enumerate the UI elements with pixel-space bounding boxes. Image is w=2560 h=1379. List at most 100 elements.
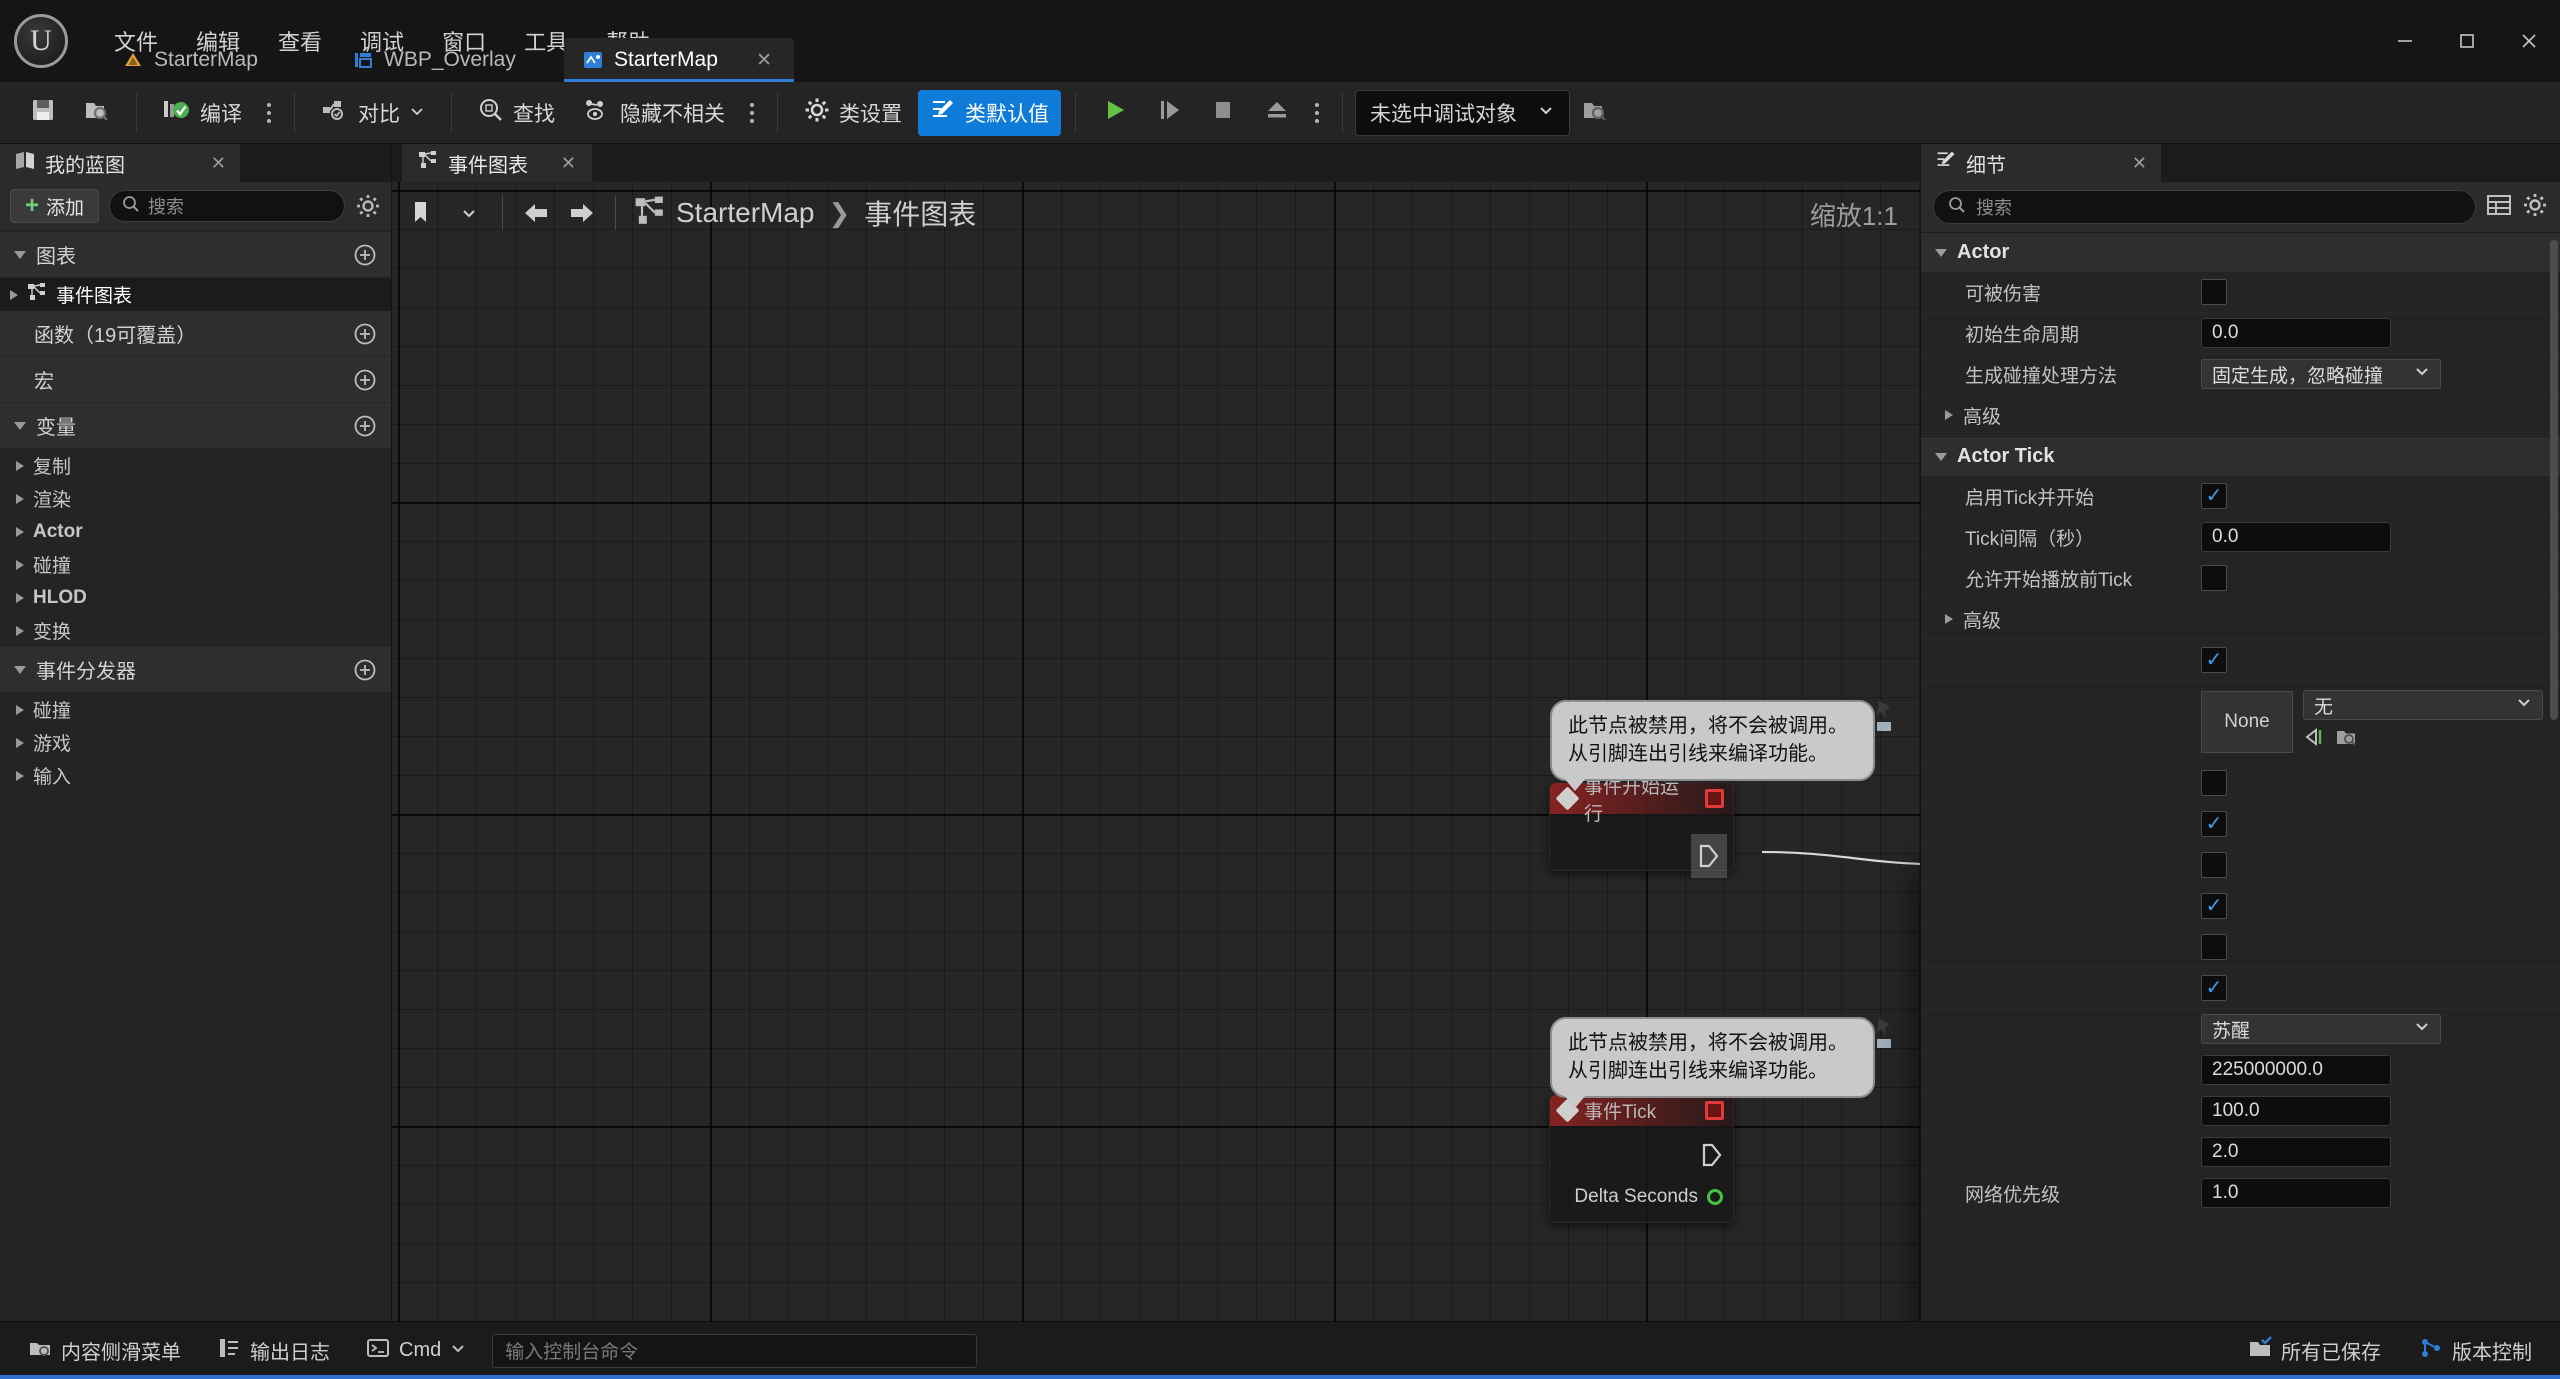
step-button[interactable]	[1144, 90, 1194, 136]
tree-item-hlod[interactable]: HLOD	[0, 581, 391, 614]
grid-view-icon[interactable]	[2486, 192, 2512, 223]
tree-section-macros[interactable]: 宏	[0, 357, 391, 403]
tree-item-event-graph[interactable]: 事件图表	[0, 278, 391, 311]
numeric-input-2[interactable]: 100.0	[2201, 1096, 2391, 1126]
save-button[interactable]	[18, 90, 68, 136]
add-function-icon[interactable]	[353, 322, 377, 346]
category-header-actor[interactable]: Actor	[1921, 232, 2560, 272]
browse-debug-button[interactable]	[1570, 90, 1620, 136]
use-selected-asset-icon[interactable]	[2303, 726, 2325, 753]
class-defaults-button[interactable]: 类默认值	[918, 89, 1061, 136]
stop-button[interactable]	[1198, 90, 1248, 136]
doc-tab-startermap-level[interactable]: StarterMap	[104, 38, 334, 82]
content-drawer-button[interactable]: 内容侧滑菜单	[14, 1330, 195, 1372]
blueprint-canvas[interactable]: StarterMap ❯ 事件图表 缩放1:1 此节点被禁用，将不会被调用。从引…	[392, 182, 1920, 1321]
details-search-input[interactable]: 搜索	[1933, 190, 2476, 224]
tree-section-functions[interactable]: 函数（19可覆盖）	[0, 311, 391, 357]
tree-item-dispatcher-game[interactable]: 游戏	[0, 726, 391, 759]
tree-section-variables[interactable]: 变量	[0, 403, 391, 449]
panel-close-icon[interactable]: ✕	[211, 153, 226, 174]
unreal-logo[interactable]: U	[0, 0, 82, 82]
tree-item-dispatcher-collision[interactable]: 碰撞	[0, 693, 391, 726]
tick-interval-input[interactable]: 0.0	[2201, 522, 2391, 552]
add-variable-icon[interactable]	[353, 414, 377, 438]
exec-output-pin-tick[interactable]	[1701, 1142, 1723, 1173]
navigate-back-button[interactable]	[515, 192, 557, 234]
occluded-checkbox-5[interactable]	[2201, 893, 2227, 919]
tree-item-collision[interactable]: 碰撞	[0, 548, 391, 581]
details-close-icon[interactable]: ✕	[2132, 153, 2147, 174]
find-button[interactable]: 查找	[466, 90, 567, 136]
add-graph-icon[interactable]	[353, 243, 377, 267]
tab-details[interactable]: 细节 ✕	[1921, 144, 2161, 182]
add-macro-icon[interactable]	[353, 368, 377, 392]
navigate-forward-button[interactable]	[561, 192, 603, 234]
bookmark-dropdown-button[interactable]	[448, 192, 490, 234]
play-button[interactable]	[1090, 90, 1140, 136]
eject-button[interactable]	[1252, 90, 1302, 136]
tree-section-event-dispatchers[interactable]: 事件分发器	[0, 647, 391, 693]
tree-item-transform[interactable]: 变换	[0, 614, 391, 647]
tree-item-actor[interactable]: Actor	[0, 515, 391, 548]
category-header-actor-tick[interactable]: Actor Tick	[1921, 436, 2560, 476]
tree-item-dispatcher-input[interactable]: 输入	[0, 759, 391, 792]
can-be-damaged-checkbox[interactable]	[2201, 279, 2227, 305]
pin-icon[interactable]	[1873, 698, 1895, 747]
tree-item-replication[interactable]: 复制	[0, 449, 391, 482]
initial-life-span-input[interactable]: 0.0	[2201, 318, 2391, 348]
numeric-input-3[interactable]: 2.0	[2201, 1137, 2391, 1167]
tab-event-graph[interactable]: 事件图表 ✕	[402, 144, 592, 182]
advanced-toggle-actor-tick[interactable]: 高级	[1921, 599, 2560, 640]
node-event-tick[interactable]: 事件Tick Delta Seconds	[1549, 1094, 1734, 1223]
allow-tick-before-begin-play-checkbox[interactable]	[2201, 565, 2227, 591]
occluded-checkbox-3[interactable]	[2201, 811, 2227, 837]
object-reference-dropdown[interactable]: 无	[2303, 690, 2543, 720]
minimize-button[interactable]	[2374, 12, 2436, 70]
spawn-collision-handling-dropdown[interactable]: 固定生成，忽略碰撞	[2201, 359, 2441, 389]
occluded-checkbox-4[interactable]	[2201, 852, 2227, 878]
hide-unrelated-button[interactable]: 隐藏不相关	[571, 90, 737, 136]
tree-section-graphs[interactable]: 图表	[0, 232, 391, 278]
output-log-button[interactable]: 输出日志	[203, 1330, 344, 1372]
graph-tab-close-icon[interactable]: ✕	[561, 153, 576, 174]
tab-my-blueprint[interactable]: 我的蓝图 ✕	[0, 144, 240, 182]
debug-object-dropdown[interactable]: 未选中调试对象	[1355, 89, 1570, 136]
occluded-checkbox-7[interactable]	[2201, 975, 2227, 1001]
maximize-button[interactable]	[2436, 12, 2498, 70]
hide-unrelated-options-button[interactable]	[741, 91, 763, 135]
browse-asset-icon[interactable]	[2335, 726, 2357, 753]
my-blueprint-settings-icon[interactable]	[355, 193, 381, 219]
add-dispatcher-icon[interactable]	[353, 658, 377, 682]
node-event-begin-play[interactable]: 事件开始运行	[1549, 777, 1734, 878]
class-settings-button[interactable]: 类设置	[792, 90, 914, 136]
details-settings-gear-icon[interactable]	[2522, 192, 2548, 223]
all-saved-button[interactable]: 所有已保存	[2234, 1330, 2395, 1372]
breadcrumb-item-event-graph[interactable]: 事件图表	[864, 193, 976, 233]
my-blueprint-search-input[interactable]: 搜索	[109, 190, 345, 222]
compile-button[interactable]: 编译	[151, 90, 254, 136]
bookmark-button[interactable]	[402, 192, 444, 234]
sleep-family-dropdown[interactable]: 苏醒	[2201, 1014, 2441, 1044]
details-scrollbar[interactable]	[2550, 240, 2558, 720]
occluded-checkbox-1[interactable]	[2201, 647, 2227, 673]
object-thumbnail-none[interactable]: None	[2201, 690, 2293, 753]
occluded-checkbox-2[interactable]	[2201, 770, 2227, 796]
close-button[interactable]	[2498, 12, 2560, 70]
exec-output-pin-beginplay[interactable]	[1691, 834, 1727, 878]
breadcrumb-item-startermap[interactable]: StarterMap	[676, 197, 815, 229]
diff-button[interactable]: 对比	[309, 90, 437, 136]
play-options-button[interactable]	[1306, 91, 1328, 135]
occluded-checkbox-6[interactable]	[2201, 934, 2227, 960]
browse-content-button[interactable]	[72, 90, 122, 136]
source-control-button[interactable]: 版本控制	[2405, 1330, 2546, 1372]
compile-options-button[interactable]	[258, 91, 280, 135]
doc-tab-wbp-overlay[interactable]: WBP_Overlay	[334, 38, 564, 82]
output-pin-delta-seconds[interactable]: Delta Seconds	[1564, 1180, 1733, 1214]
tree-item-rendering[interactable]: 渲染	[0, 482, 391, 515]
start-with-tick-enabled-checkbox[interactable]	[2201, 483, 2227, 509]
net-priority-input[interactable]: 1.0	[2201, 1178, 2391, 1208]
console-command-input[interactable]: 输入控制台命令	[492, 1333, 978, 1368]
cmd-button[interactable]: Cmd	[352, 1330, 480, 1372]
add-new-button[interactable]: + 添加	[10, 189, 100, 223]
doc-tab-close-icon[interactable]: ✕	[738, 49, 772, 72]
